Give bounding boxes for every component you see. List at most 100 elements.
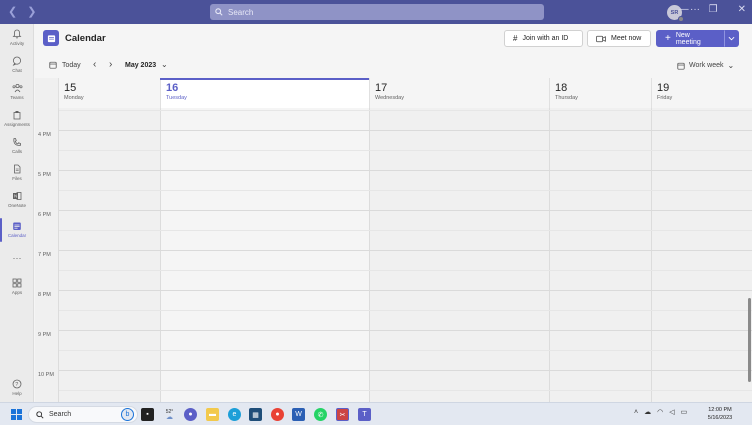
hour-line xyxy=(59,210,752,211)
store-icon[interactable]: ▦ xyxy=(249,408,262,421)
chevron-up-icon[interactable]: ˄ xyxy=(634,409,638,416)
meet-now-button[interactable]: Meet now xyxy=(587,30,651,47)
day-header-today[interactable]: 16 Tuesday xyxy=(160,78,369,108)
task-view-icon[interactable]: ▪ xyxy=(141,408,154,421)
day-name: Monday xyxy=(64,95,84,101)
rail-item-assignments[interactable]: Assignments xyxy=(0,109,34,127)
vertical-scrollbar[interactable] xyxy=(748,298,751,382)
day-header[interactable]: 17 Wednesday xyxy=(369,78,549,108)
calendar-header: Calendar # Join with an ID Meet now + Ne… xyxy=(35,24,752,54)
edge-icon[interactable]: e xyxy=(228,408,241,421)
day-column-thursday[interactable] xyxy=(549,108,651,402)
time-label: 8 PM xyxy=(38,292,51,298)
back-icon[interactable]: ❮ xyxy=(8,5,17,18)
apps-icon xyxy=(11,277,23,289)
chat-app-icon[interactable]: ● xyxy=(184,408,197,421)
search-input[interactable]: Search xyxy=(210,4,544,20)
rail-label: Help xyxy=(12,391,22,396)
chrome-icon[interactable]: ● xyxy=(271,408,284,421)
day-number: 16 xyxy=(166,82,179,94)
video-camera-icon xyxy=(596,35,606,42)
day-column-monday[interactable] xyxy=(58,108,160,402)
rail-item-teams[interactable]: Teams xyxy=(0,82,34,100)
view-label: Work week xyxy=(689,62,724,69)
day-header[interactable]: 15 Monday xyxy=(58,78,160,108)
half-hour-line xyxy=(59,270,752,271)
teams-app-icon[interactable]: T xyxy=(358,408,371,421)
weather-widget[interactable]: 52° ☁ xyxy=(163,408,176,421)
whatsapp-icon[interactable]: ✆ xyxy=(314,408,327,421)
calendar-grid: 15 Monday 16 Tuesday 17 Wednesday 18 Thu… xyxy=(35,78,752,402)
window-controls: — ❐ ✕ xyxy=(679,4,746,15)
assignments-icon xyxy=(11,109,23,121)
half-hour-line xyxy=(59,150,752,151)
hour-line xyxy=(59,370,752,371)
system-tray: ˄ ☁ ◠ ◁ ▭ xyxy=(634,408,688,417)
clock-date: 5/16/2023 xyxy=(707,415,733,421)
rail-item-apps[interactable]: Apps xyxy=(0,277,34,295)
file-icon xyxy=(11,163,23,175)
month-picker[interactable]: May 2023 xyxy=(125,62,156,69)
avatar-initials: SR xyxy=(670,9,679,16)
bing-icon[interactable]: b xyxy=(121,408,134,421)
next-week-button[interactable]: › xyxy=(109,59,112,70)
rail-label: Assignments xyxy=(4,122,30,127)
bell-icon xyxy=(11,28,23,40)
windows-taskbar: Search b ▪ 52° ☁ ● ▬ e ▦ ● W ✆ ✂ T ˄ ☁ ◠… xyxy=(0,402,752,425)
day-number: 15 xyxy=(64,82,77,94)
forward-icon[interactable]: ❯ xyxy=(27,5,36,18)
rail-item-calendar[interactable]: Calendar xyxy=(0,218,34,242)
more-icon: ··· xyxy=(12,253,22,263)
half-hour-line xyxy=(59,350,752,351)
rail-label: OneNote xyxy=(7,203,26,208)
previous-week-button[interactable]: ‹ xyxy=(93,59,96,70)
join-with-id-button[interactable]: # Join with an ID xyxy=(504,30,583,47)
close-button[interactable]: ✕ xyxy=(738,4,746,15)
presence-status-icon xyxy=(678,16,684,22)
new-meeting-options-button[interactable] xyxy=(724,30,739,47)
rail-item-activity[interactable]: Activity xyxy=(0,28,34,46)
rail-label: Files xyxy=(12,176,22,181)
battery-icon[interactable]: ▭ xyxy=(681,408,688,416)
hour-line xyxy=(59,330,752,331)
speaker-icon[interactable]: ◁ xyxy=(669,408,674,416)
rail-item-files[interactable]: Files xyxy=(0,163,34,181)
maximize-button[interactable]: ❐ xyxy=(709,4,718,15)
today-button[interactable]: Today xyxy=(49,61,81,69)
calendar-icon xyxy=(11,220,23,232)
day-column-wednesday[interactable] xyxy=(369,108,549,402)
svg-text:?: ? xyxy=(15,382,18,388)
wifi-icon[interactable]: ◠ xyxy=(657,408,663,416)
rail-item-calls[interactable]: Calls xyxy=(0,136,34,154)
calendar-app-icon xyxy=(43,30,59,46)
rail-item-chat[interactable]: Chat xyxy=(0,55,34,73)
windows-start-icon[interactable] xyxy=(11,409,22,420)
page-title: Calendar xyxy=(65,33,106,44)
rail-label: Teams xyxy=(10,95,24,100)
minimize-button[interactable]: — xyxy=(679,4,689,15)
chevron-down-icon: ⌄ xyxy=(727,61,735,70)
day-name: Wednesday xyxy=(375,95,404,101)
day-column-friday[interactable] xyxy=(651,108,752,402)
rail-item-help[interactable]: ? Help xyxy=(0,378,34,396)
day-header[interactable]: 18 Thursday xyxy=(549,78,651,108)
cloud-icon[interactable]: ☁ xyxy=(644,408,651,416)
chevron-down-icon xyxy=(728,36,735,41)
day-column-tuesday[interactable] xyxy=(160,108,369,402)
day-header[interactable]: 19 Friday xyxy=(651,78,752,108)
history-nav: ❮ ❯ xyxy=(8,5,36,18)
rail-item-onenote[interactable]: N OneNote xyxy=(0,190,34,208)
snipping-tool-icon[interactable]: ✂ xyxy=(336,408,349,421)
title-bar: ❮ ❯ Search ··· SR — ❐ ✕ xyxy=(0,0,752,24)
half-hour-line xyxy=(59,190,752,191)
meet-now-label: Meet now xyxy=(611,35,642,42)
file-explorer-icon[interactable]: ▬ xyxy=(206,408,219,421)
new-meeting-button[interactable]: + New meeting xyxy=(656,30,724,47)
taskbar-clock[interactable]: 12:00 PM 5/16/2023 xyxy=(700,406,740,422)
view-switcher[interactable]: Work week ⌄ xyxy=(677,61,734,70)
rail-item-more[interactable]: ··· xyxy=(0,252,34,264)
word-icon[interactable]: W xyxy=(292,408,305,421)
rail-label: Calls xyxy=(11,149,22,154)
chevron-down-icon[interactable]: ⌄ xyxy=(161,60,168,69)
teams-icon xyxy=(11,82,23,94)
